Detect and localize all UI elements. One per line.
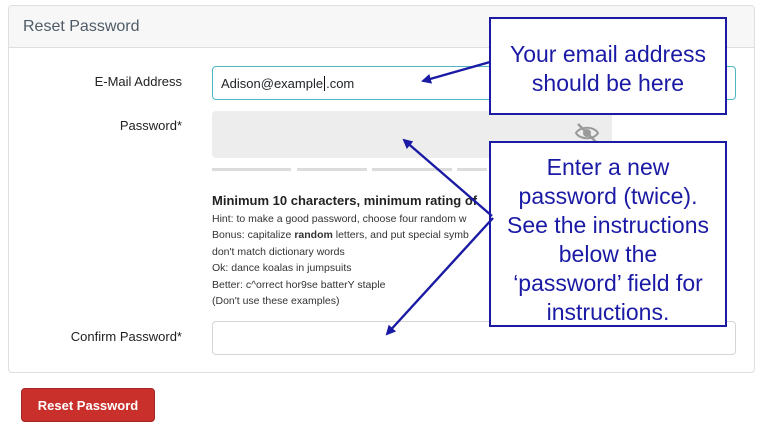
password-requirements-title: Minimum 10 characters, minimum rating of bbox=[212, 193, 478, 208]
password-callout: Enter a new password (twice). See the in… bbox=[489, 141, 727, 327]
hint-line: Ok: dance koalas in jumpsuits bbox=[212, 262, 352, 274]
strength-meter-segment bbox=[212, 168, 291, 171]
hint-line: (Don't use these examples) bbox=[212, 295, 340, 307]
hint-line: don't match dictionary words bbox=[212, 246, 345, 258]
strength-meter-segment bbox=[372, 168, 452, 171]
text-cursor bbox=[324, 75, 326, 91]
email-value-part2: .com bbox=[326, 75, 355, 91]
confirm-password-label: Confirm Password* bbox=[70, 329, 182, 344]
email-label: E-Mail Address bbox=[94, 74, 182, 89]
hint-line: Bonus: capitalize random letters, and pu… bbox=[212, 229, 469, 241]
strength-meter-segment bbox=[297, 168, 367, 171]
email-value-part1: Adison@example bbox=[221, 75, 324, 91]
strength-meter-segment bbox=[457, 168, 487, 171]
hint-line: Better: c^orrect hor9se batterY staple bbox=[212, 279, 386, 291]
hint-line: Hint: to make a good password, choose fo… bbox=[212, 213, 467, 225]
email-callout: Your email address should be here bbox=[489, 17, 727, 115]
reset-password-button[interactable]: Reset Password bbox=[21, 388, 155, 422]
password-label: Password* bbox=[119, 118, 182, 133]
